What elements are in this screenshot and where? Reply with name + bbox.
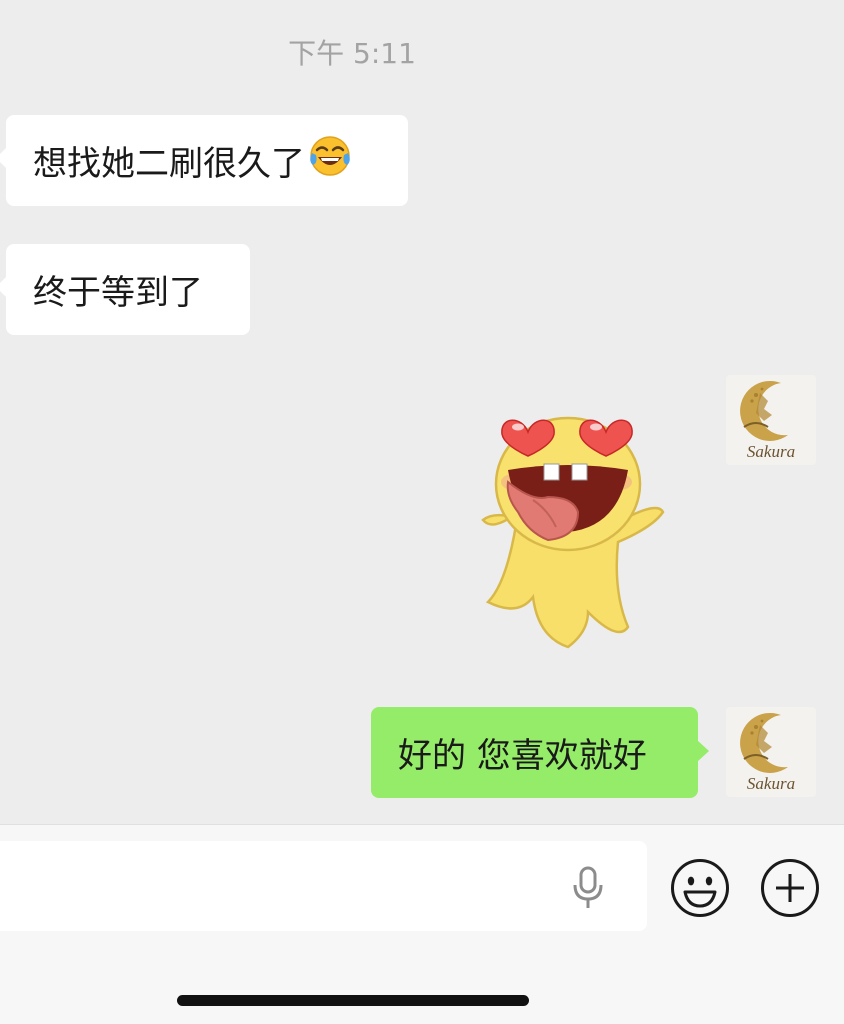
incoming-message[interactable]: 终于等到了 [0, 244, 250, 335]
chat-area[interactable]: 下午 5:11 想找她二刷很久了 终于等到了 Sakura 好的 您喜欢就好 S… [0, 0, 844, 824]
message-text: 想找她二刷很久了 [33, 144, 305, 184]
home-indicator[interactable] [177, 995, 529, 1006]
plus-icon[interactable] [760, 858, 820, 918]
message-text: 终于等到了 [33, 273, 203, 313]
outgoing-message[interactable]: 好的 您喜欢就好 [371, 707, 709, 798]
microphone-icon[interactable] [570, 865, 606, 911]
avatar[interactable]: Sakura [726, 707, 816, 797]
input-bar [0, 824, 844, 1024]
tears-of-joy-emoji-icon [307, 133, 353, 188]
incoming-message[interactable]: 想找她二刷很久了 [0, 115, 408, 206]
message-text: 好的 您喜欢就好 [398, 736, 647, 776]
heart-eyes-tongue-out-sticker[interactable] [478, 402, 668, 652]
avatar[interactable]: Sakura [726, 375, 816, 465]
message-timestamp: 下午 5:11 [288, 37, 416, 70]
avatar-label: Sakura [747, 442, 795, 461]
avatar-label: Sakura [747, 774, 795, 793]
message-input[interactable] [0, 841, 647, 931]
smiley-icon[interactable] [670, 858, 730, 918]
